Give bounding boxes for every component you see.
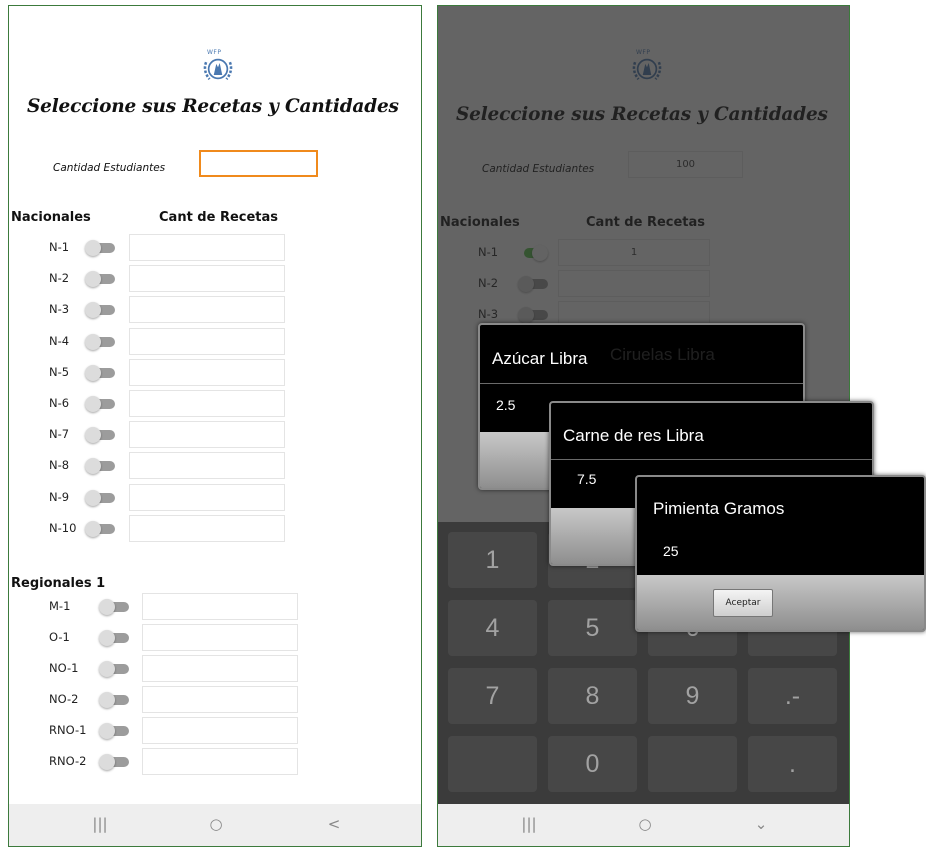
recipe-toggle[interactable] (99, 630, 129, 646)
recipe-code: RNO-1 (49, 723, 87, 737)
back-icon[interactable]: < (319, 815, 349, 833)
recipe-qty-input[interactable] (129, 327, 285, 355)
home-icon[interactable]: ○ (630, 815, 660, 833)
students-label: Cantidad Estudiantes (53, 162, 166, 174)
recipe-code: N-1 (49, 240, 70, 254)
recipe-toggle[interactable] (85, 489, 115, 506)
keypad-key[interactable]: 8 (548, 668, 637, 724)
recipe-qty-input[interactable] (142, 655, 298, 682)
keypad-key[interactable]: 0 (548, 736, 637, 792)
dialog-title: Azúcar Libra (492, 349, 588, 368)
regionales-header: Regionales 1 (11, 576, 106, 591)
recents-icon[interactable]: ||| (85, 815, 115, 833)
recipe-qty-input[interactable] (142, 624, 298, 651)
dialog-value[interactable]: 25 (663, 543, 679, 559)
recipe-toggle[interactable] (99, 661, 129, 677)
recipe-toggle[interactable] (99, 723, 129, 739)
nacionales-header: Nacionales (11, 210, 91, 225)
recipe-code: NO-1 (49, 661, 79, 675)
keypad-key[interactable]: 5 (548, 600, 637, 656)
dialog-pimienta: Pimienta Gramos 25 Aceptar (635, 475, 926, 632)
recipe-toggle[interactable] (85, 364, 115, 381)
page-title: Seleccione sus Recetas y Cantidades (27, 96, 399, 117)
recipe-code: N-6 (49, 396, 70, 410)
dialog-value[interactable]: 2.5 (496, 397, 515, 413)
recipe-toggle[interactable] (85, 302, 115, 319)
recipe-code: O-1 (49, 630, 70, 644)
recipe-code: N-8 (49, 458, 70, 473)
recipe-qty-input[interactable] (129, 483, 285, 511)
recipe-toggle[interactable] (85, 271, 115, 288)
recipe-toggle[interactable] (85, 333, 115, 350)
keypad-key[interactable] (648, 736, 737, 792)
system-navbar: ||| ○ < (9, 804, 421, 846)
recipe-qty-input[interactable] (129, 358, 285, 386)
keypad-key[interactable]: 7 (448, 668, 537, 724)
dialog-title: Carne de res Libra (563, 426, 704, 445)
system-navbar: ||| ○ ⌄ (438, 804, 849, 846)
keypad-key[interactable]: .- (748, 668, 837, 724)
students-input[interactable] (199, 150, 318, 177)
recipe-code: NO-2 (49, 692, 79, 706)
background-dialog-title: Ciruelas Libra (610, 345, 715, 364)
keypad-key[interactable]: . (748, 736, 837, 792)
recipe-toggle[interactable] (99, 754, 129, 770)
recipe-qty-input[interactable] (129, 234, 285, 261)
recipe-code: N-9 (49, 489, 70, 504)
recipe-qty-input[interactable] (129, 452, 285, 480)
recipe-code: N-10 (49, 520, 77, 535)
keypad-key[interactable]: 1 (448, 532, 537, 588)
recipe-qty-input[interactable] (142, 717, 298, 744)
recipe-qty-input[interactable] (129, 514, 285, 542)
recipe-toggle[interactable] (85, 458, 115, 475)
dialog-footer (637, 575, 924, 630)
recipe-code: RNO-2 (49, 754, 87, 768)
keypad-key[interactable]: 4 (448, 600, 537, 656)
recipe-qty-input[interactable] (129, 296, 285, 324)
recipe-qty-input[interactable] (142, 593, 298, 620)
keypad-key[interactable]: 9 (648, 668, 737, 724)
recipe-qty-input[interactable] (142, 748, 298, 775)
cant-recetas-header: Cant de Recetas (159, 210, 279, 225)
recipe-qty-input[interactable] (129, 390, 285, 417)
recipe-code: N-4 (49, 333, 70, 348)
recipe-code: N-2 (49, 271, 70, 286)
dialog-title: Pimienta Gramos (653, 499, 785, 518)
recipe-qty-input[interactable] (129, 421, 285, 449)
home-icon[interactable]: ○ (201, 815, 231, 833)
keyboard-hide-icon[interactable]: ⌄ (746, 815, 776, 833)
recipe-toggle[interactable] (85, 396, 115, 412)
recipe-code: N-3 (49, 302, 70, 317)
recipe-toggle[interactable] (85, 520, 115, 537)
recipe-qty-input[interactable] (142, 686, 298, 713)
recents-icon[interactable]: ||| (514, 815, 544, 833)
recipe-toggle[interactable] (85, 240, 115, 256)
recipe-qty-input[interactable] (129, 265, 285, 293)
wfp-logo-icon (201, 52, 235, 86)
left-screen: WFP Seleccione sus Recetas y Cantidades … (8, 5, 422, 847)
recipe-toggle[interactable] (85, 427, 115, 444)
recipe-code: M-1 (49, 599, 71, 613)
recipe-toggle[interactable] (99, 692, 129, 708)
dialog-value[interactable]: 7.5 (577, 471, 596, 487)
keypad-key[interactable] (448, 736, 537, 792)
recipe-toggle[interactable] (99, 599, 129, 615)
accept-button[interactable]: Aceptar (713, 589, 773, 617)
recipe-code: N-7 (49, 427, 70, 442)
recipe-code: N-5 (49, 364, 70, 379)
